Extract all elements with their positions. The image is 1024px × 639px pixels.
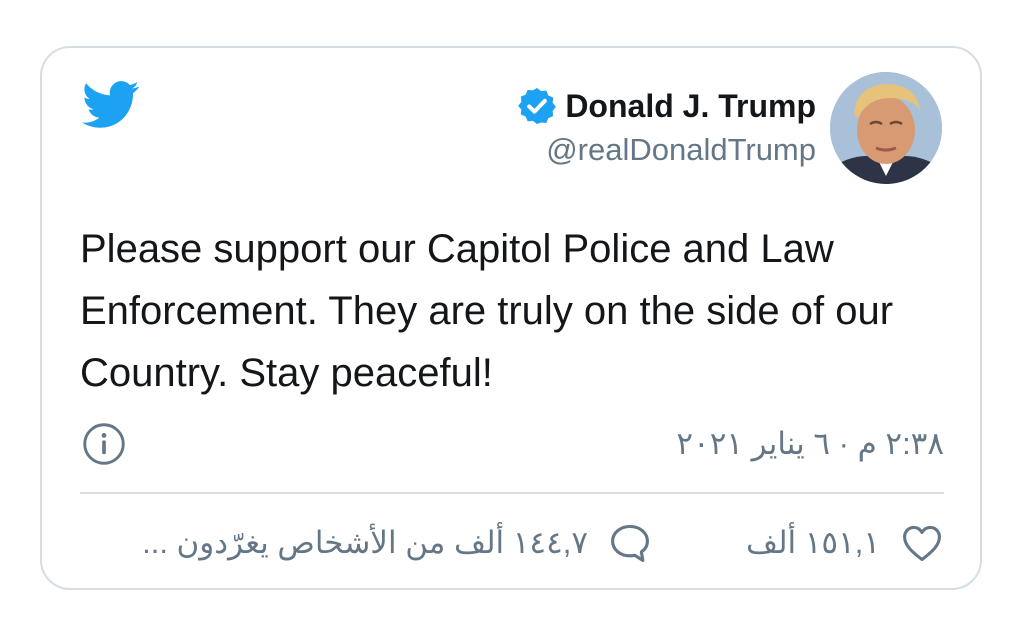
tweet-author[interactable]: Donald J. Trump @realDonaldTrump bbox=[517, 72, 942, 184]
info-icon[interactable] bbox=[82, 422, 126, 466]
reply-button[interactable]: ١٤٤,٧ ألف من الأشخاص يغرّدون ... bbox=[142, 518, 652, 568]
likes-count: ١٥١,١ ألف bbox=[746, 525, 880, 560]
like-button[interactable]: ١٥١,١ ألف bbox=[746, 518, 944, 568]
people-tweeting-label[interactable]: ١٤٤,٧ ألف من الأشخاص يغرّدون ... bbox=[142, 518, 588, 568]
divider bbox=[80, 492, 944, 494]
tweet-timestamp[interactable]: ٢:٣٨ م · ٦ يناير ٢٠٢١ bbox=[676, 422, 944, 466]
tweet-text: Please support our Capitol Police and La… bbox=[80, 227, 894, 395]
twitter-bird-icon bbox=[82, 81, 140, 128]
name-row: Donald J. Trump bbox=[517, 86, 816, 126]
verified-badge-icon bbox=[518, 88, 557, 124]
avatar[interactable] bbox=[830, 72, 942, 184]
tweet-card[interactable]: Donald J. Trump @realDonaldTrump Please … bbox=[40, 46, 982, 590]
author-text: Donald J. Trump @realDonaldTrump bbox=[517, 86, 816, 170]
avatar-image bbox=[830, 72, 942, 184]
speech-bubble-icon bbox=[611, 524, 649, 562]
heart-icon bbox=[903, 525, 941, 562]
author-display-name[interactable]: Donald J. Trump bbox=[565, 86, 816, 126]
tweet-actions: ١٥١,١ ألف ١٤٤,٧ ألف من الأشخاص يغرّدون .… bbox=[80, 518, 944, 568]
author-handle[interactable]: @realDonaldTrump bbox=[546, 130, 816, 170]
